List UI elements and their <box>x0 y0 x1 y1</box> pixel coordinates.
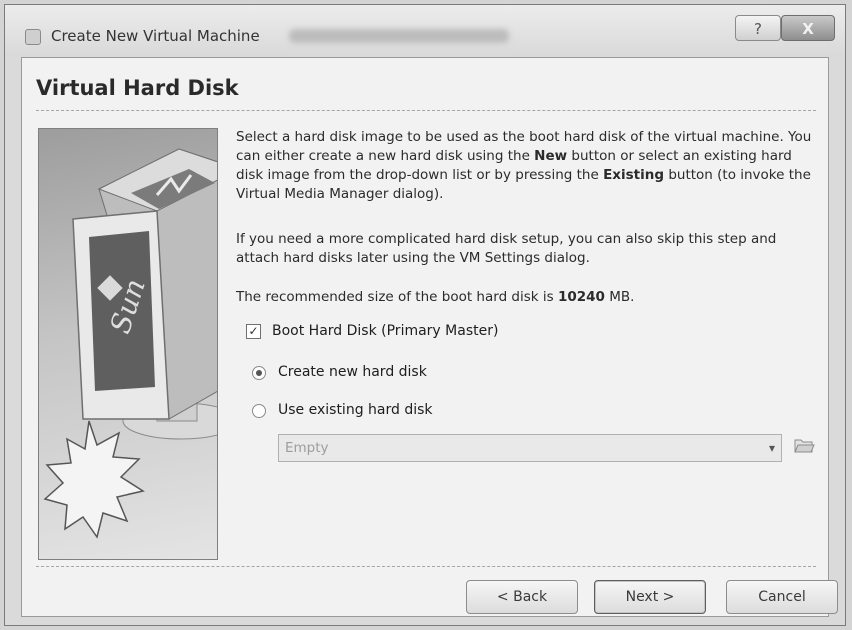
dialog-window: Create New Virtual Machine ? X Virtual H… <box>4 4 846 626</box>
back-button[interactable]: < Back <box>466 580 578 614</box>
footer-separator <box>36 566 816 567</box>
new-keyword: New <box>534 148 568 164</box>
wizard-page: Virtual Hard Disk Sun Select a hard disk… <box>21 57 838 617</box>
wizard-side-image: Sun <box>38 128 218 560</box>
next-button[interactable]: Next > <box>594 580 706 614</box>
close-button[interactable]: X <box>781 15 835 41</box>
hard-disk-select-value: Empty <box>285 440 329 456</box>
redacted-title-suffix <box>289 29 509 43</box>
help-button[interactable]: ? <box>735 15 781 41</box>
hard-disk-select[interactable]: Empty ▾ <box>278 434 782 462</box>
header-separator <box>36 110 816 111</box>
window-title: Create New Virtual Machine <box>51 27 260 45</box>
description-paragraph-3: The recommended size of the boot hard di… <box>236 289 635 305</box>
page-title: Virtual Hard Disk <box>36 76 239 100</box>
boot-hard-disk-checkbox[interactable]: ✓ <box>246 324 261 339</box>
description-paragraph-1: Select a hard disk image to be used as t… <box>236 129 812 202</box>
folder-open-icon[interactable] <box>792 435 816 459</box>
description-paragraph-2: If you need a more complicated hard disk… <box>236 231 777 266</box>
existing-keyword: Existing <box>603 167 665 183</box>
virtualbox-icon <box>25 29 41 45</box>
cancel-button[interactable]: Cancel <box>726 580 838 614</box>
title-bar[interactable]: Create New Virtual Machine ? X <box>5 5 845 57</box>
create-new-disk-label[interactable]: Create new hard disk <box>278 364 427 380</box>
boot-hard-disk-label[interactable]: Boot Hard Disk (Primary Master) <box>272 323 498 339</box>
chevron-down-icon[interactable]: ▾ <box>769 441 775 455</box>
use-existing-disk-radio[interactable] <box>252 404 266 418</box>
virtualbox-logo-image: Sun <box>43 148 217 539</box>
recommended-size: 10240 <box>557 289 605 305</box>
use-existing-disk-label[interactable]: Use existing hard disk <box>278 402 433 418</box>
create-new-disk-radio[interactable] <box>252 366 266 380</box>
